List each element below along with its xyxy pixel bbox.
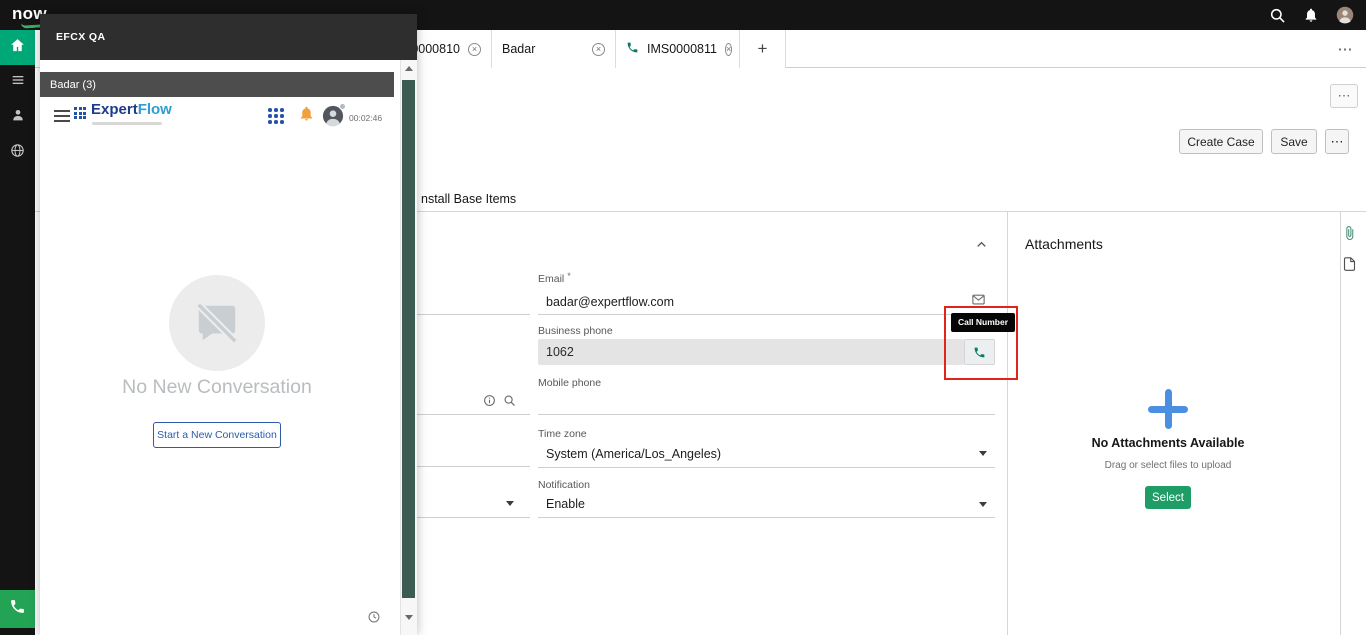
agent-status-dot — [339, 103, 346, 110]
conversation-header-label: Badar (3) — [50, 79, 96, 91]
attachments-title: Attachments — [1025, 236, 1103, 252]
scroll-down-arrow[interactable] — [405, 615, 413, 620]
rail-divider — [1340, 212, 1341, 635]
business-phone-field[interactable]: 1062 — [538, 339, 964, 365]
field-underline — [400, 414, 530, 415]
call-number-tooltip: Call Number — [951, 313, 1015, 332]
add-tab-label: + — [758, 39, 768, 59]
field-underline — [400, 314, 530, 315]
sidebar-item-home[interactable] — [0, 30, 35, 65]
paperclip-icon[interactable] — [1342, 225, 1357, 246]
expertflow-logo-grid-icon — [74, 107, 86, 119]
reference-search-icon[interactable] — [503, 394, 516, 412]
workspace-tab[interactable]: IMS0000811 × — [616, 30, 740, 68]
field-underline — [538, 517, 995, 518]
search-icon[interactable] — [1268, 6, 1286, 24]
list-icon — [10, 72, 26, 93]
notification-label: Notification — [538, 479, 590, 491]
required-marker: * — [567, 271, 571, 281]
business-phone-label: Business phone — [538, 325, 613, 337]
panel-divider — [1007, 212, 1008, 635]
expertflow-logo: ExpertFlow — [91, 102, 172, 118]
collapse-section-chevron[interactable] — [974, 237, 989, 257]
sidebar-item-workspaces[interactable] — [0, 135, 35, 170]
field-underline — [400, 466, 530, 467]
field-underline — [538, 467, 995, 468]
brand-tagline — [92, 122, 162, 125]
softphone-title-bar: EFCX QA — [40, 14, 417, 60]
overlay-scrollbar-thumb[interactable] — [402, 80, 415, 598]
hamburger-menu-icon[interactable] — [54, 110, 70, 122]
field-underline — [400, 517, 530, 518]
mobile-phone-label: Mobile phone — [538, 377, 601, 389]
start-conversation-button[interactable]: Start a New Conversation — [153, 422, 281, 448]
globe-icon — [9, 142, 26, 164]
header-actions — [1268, 0, 1354, 30]
email-label: Email* — [538, 271, 571, 285]
workspace-tab-active[interactable]: Badar × — [492, 30, 616, 68]
conversation-header[interactable]: Badar (3) — [40, 72, 394, 97]
email-field[interactable]: badar@expertflow.com — [546, 295, 674, 309]
close-tab-icon[interactable]: × — [468, 43, 481, 56]
empty-state-text: No New Conversation — [40, 376, 394, 399]
tab-install-base-items[interactable]: nstall Base Items — [421, 192, 516, 206]
history-clock-icon[interactable] — [367, 610, 381, 629]
call-number-button[interactable] — [964, 339, 995, 365]
workspace-tab-label: IMS0000811 — [647, 42, 717, 56]
sidebar-item-phone[interactable] — [0, 590, 35, 628]
softphone-overlay: EFCX QA Badar (3) ExpertFlow 00:02:46 — [40, 14, 417, 635]
call-timer: 00:02:46 — [349, 113, 382, 123]
email-label-text: Email — [538, 273, 564, 285]
close-tab-icon[interactable]: × — [725, 43, 732, 56]
softphone-title: EFCX QA — [56, 31, 105, 43]
attachments-select-button[interactable]: Select — [1145, 486, 1191, 509]
time-zone-label: Time zone — [538, 428, 587, 440]
info-icon[interactable] — [483, 394, 496, 412]
no-conversation-graphic — [169, 275, 265, 371]
agent-inbox-icon — [10, 107, 26, 128]
context-more-button[interactable]: ⋯ — [1330, 84, 1358, 108]
sidebar-item-inbox[interactable] — [0, 100, 35, 135]
notification-select[interactable]: Enable — [546, 497, 585, 511]
record-overflow-button[interactable]: ⋯ — [1325, 129, 1349, 154]
tab-bar-more-button[interactable]: ⋯ — [1332, 38, 1358, 60]
scroll-up-arrow[interactable] — [405, 66, 413, 71]
add-tab-button[interactable]: + — [740, 30, 786, 68]
add-attachment-plus-icon[interactable] — [1148, 389, 1188, 429]
brand-part1: Expert — [91, 101, 138, 118]
call-tab-phone-icon — [626, 41, 639, 57]
field-underline — [538, 414, 995, 415]
field-underline — [538, 314, 995, 315]
brand-part2: Flow — [138, 101, 172, 118]
attachments-empty-title: No Attachments Available — [1018, 436, 1318, 450]
time-zone-select[interactable]: System (America/Los_Angeles) — [546, 447, 721, 461]
chevron-down-icon[interactable] — [506, 501, 514, 506]
document-icon[interactable] — [1342, 256, 1357, 277]
chat-slash-icon — [194, 300, 240, 346]
left-nav — [0, 30, 35, 635]
softphone-bell-icon[interactable] — [298, 105, 315, 127]
user-avatar[interactable] — [1336, 6, 1354, 24]
save-button[interactable]: Save — [1271, 129, 1317, 154]
workspace-tab-label: Badar — [502, 42, 535, 56]
chevron-down-icon[interactable] — [979, 451, 987, 456]
workspace-tab-label: 0000810 — [411, 42, 460, 56]
app-root: now — [0, 0, 1366, 635]
attachments-empty-hint: Drag or select files to upload — [1018, 460, 1318, 471]
close-tab-icon[interactable]: × — [592, 43, 605, 56]
email-envelope-icon[interactable] — [971, 292, 986, 312]
sidebar-item-lists[interactable] — [0, 65, 35, 100]
dialpad-icon[interactable] — [268, 108, 284, 124]
phone-icon — [9, 598, 26, 620]
home-icon — [9, 37, 26, 59]
chevron-down-icon[interactable] — [979, 502, 987, 507]
notifications-icon[interactable] — [1302, 6, 1320, 24]
call-phone-icon — [973, 346, 986, 359]
create-case-button[interactable]: Create Case — [1179, 129, 1263, 154]
